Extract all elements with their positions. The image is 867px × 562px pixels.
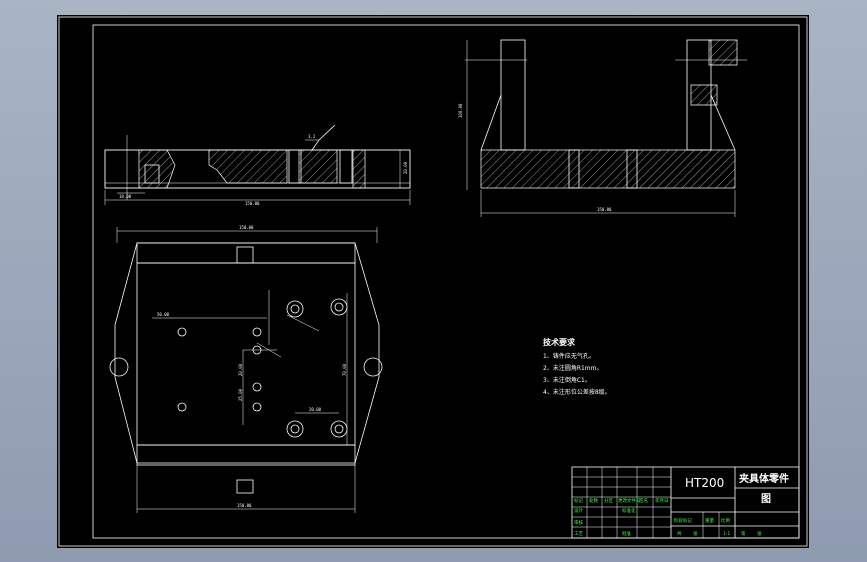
dim-plan-right: 70.00 (342, 363, 347, 376)
scale-value: 1:1 (723, 531, 730, 537)
side-section-view: 100.00 150.00 (458, 39, 747, 217)
dim-side-height: 100.00 (458, 103, 463, 118)
sheet-count-label: 张 (757, 530, 762, 537)
tech-item: 2、未注圆角R1mm。 (543, 364, 603, 372)
dim-side-length: 150.00 (597, 207, 612, 212)
tb-label: 更改文件号 (618, 497, 641, 504)
dim-plan-hole-b: 25.00 (238, 388, 243, 401)
tb-label: 标记 (574, 497, 583, 504)
tech-item: 3、未注倒角C1。 (543, 376, 591, 384)
sheet-count-label: 张 (693, 530, 698, 537)
tb-row-label: 审核 (574, 519, 583, 526)
roughness-label: 3.2 (308, 134, 316, 139)
material-label: HT200 (685, 476, 724, 490)
dim-plan-width: 150.00 (239, 225, 254, 230)
tech-item: 4、未注形位公差按8级。 (543, 388, 611, 396)
tb-row-label: 批准 (622, 530, 631, 537)
dim-top-height: 20.00 (403, 161, 408, 174)
tech-item: 1、铸件应无气孔。 (543, 352, 595, 360)
tb-row-label: 标准化 (622, 507, 636, 514)
tb-label: 签名 (639, 497, 648, 504)
sheet-count-label: 第 (741, 530, 746, 537)
tech-requirements: 技术要求 1、铸件应无气孔。 2、未注圆角R1mm。 3、未注倒角C1。 4、未… (543, 337, 611, 396)
stage-label: 阶段标记 (674, 517, 692, 524)
sheet-count-label: 共 (677, 530, 682, 537)
tech-title: 技术要求 (543, 337, 576, 347)
part-name: 夹具体零件 (739, 472, 789, 485)
dim-plan-hole-a: 20.00 (238, 363, 243, 376)
front-section-view: 3.2 150.00 18.00 20.00 (104, 124, 411, 206)
dim-plan-bottom: 150.00 (237, 503, 252, 508)
dim-top-length: 150.00 (245, 201, 260, 206)
dim-top-left: 18.00 (119, 194, 132, 199)
tb-label: 分区 (604, 497, 613, 504)
cad-drawing: 3.2 150.00 18.00 20.00 100.00 150.00 50.… (58, 16, 808, 547)
tb-row-label: 设计 (574, 507, 583, 514)
title-block: 标记 处数 分区 更改文件号 签名 年月日 设计 标准化 审核 工艺 批准 HT… (571, 466, 800, 539)
sheet-type: 图 (761, 493, 771, 505)
stage-label: 重量 (705, 517, 714, 524)
stage-label: 比例 (721, 517, 730, 524)
tb-label: 处数 (589, 497, 598, 504)
tb-row-label: 工艺 (574, 531, 583, 537)
dim-plan-hole-c: 20.00 (309, 407, 322, 412)
tb-label: 年月日 (655, 497, 669, 504)
plan-view: 50.00 20.00 25.00 20.00 70.00 150.00 150… (109, 225, 383, 513)
drawing-viewport[interactable]: 3.2 150.00 18.00 20.00 100.00 150.00 50.… (57, 15, 809, 548)
dim-plan-left-mid: 50.00 (157, 312, 170, 317)
